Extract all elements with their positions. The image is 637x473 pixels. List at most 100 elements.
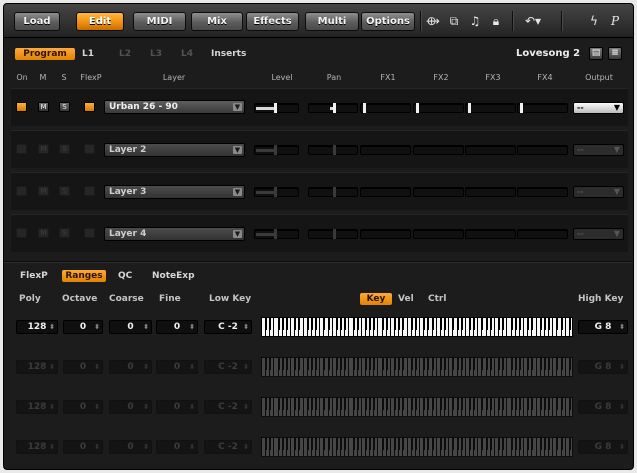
- black-key[interactable]: [502, 398, 505, 410]
- black-key[interactable]: [514, 438, 517, 450]
- black-key[interactable]: [344, 398, 347, 410]
- black-key[interactable]: [485, 438, 488, 450]
- tab-l4[interactable]: L4: [181, 48, 193, 60]
- black-key[interactable]: [285, 398, 288, 410]
- coarse-spinner[interactable]: 0 ⬍: [109, 360, 152, 374]
- black-key[interactable]: [444, 318, 447, 330]
- black-key[interactable]: [452, 358, 455, 370]
- tab-inserts[interactable]: Inserts: [211, 48, 246, 60]
- black-key[interactable]: [423, 358, 426, 370]
- tab-qc[interactable]: QC: [118, 270, 132, 282]
- black-key[interactable]: [398, 438, 401, 450]
- black-key[interactable]: [398, 318, 401, 330]
- black-key[interactable]: [531, 318, 534, 330]
- route-icon[interactable]: ⟴: [425, 14, 441, 28]
- black-key[interactable]: [473, 398, 476, 410]
- lock-icon[interactable]: 🔒︎: [489, 14, 503, 28]
- black-key[interactable]: [277, 358, 280, 370]
- black-key[interactable]: [548, 318, 551, 330]
- layer-solo-button[interactable]: S: [59, 186, 70, 196]
- black-key[interactable]: [498, 358, 501, 370]
- octave-spinner[interactable]: 0 ⬍: [63, 440, 103, 454]
- black-key[interactable]: [531, 398, 534, 410]
- black-key[interactable]: [543, 318, 546, 330]
- black-key[interactable]: [539, 318, 542, 330]
- black-key[interactable]: [469, 398, 471, 410]
- layer-mute-button[interactable]: M: [38, 102, 49, 112]
- black-key[interactable]: [444, 398, 447, 410]
- black-key[interactable]: [568, 438, 571, 450]
- black-key[interactable]: [460, 438, 463, 450]
- black-key[interactable]: [385, 438, 388, 450]
- key-mode-ctrl[interactable]: Ctrl: [428, 293, 446, 305]
- layer-on-toggle[interactable]: [16, 228, 27, 238]
- black-key[interactable]: [335, 438, 338, 450]
- black-key[interactable]: [369, 358, 372, 370]
- black-key[interactable]: [489, 438, 492, 450]
- black-key[interactable]: [510, 398, 513, 410]
- black-key[interactable]: [277, 318, 280, 330]
- black-key[interactable]: [502, 358, 505, 370]
- black-key[interactable]: [323, 438, 326, 450]
- fx3-send-slider[interactable]: [465, 187, 516, 197]
- black-key[interactable]: [294, 398, 297, 410]
- black-key[interactable]: [352, 398, 355, 410]
- pan-slider[interactable]: [308, 187, 358, 197]
- black-key[interactable]: [298, 358, 301, 370]
- low-key-spinner[interactable]: C -2 ⬍: [204, 360, 252, 374]
- tab-l1[interactable]: L1: [82, 48, 94, 60]
- layer-flexp-toggle[interactable]: [84, 144, 95, 154]
- black-key[interactable]: [456, 398, 459, 410]
- black-key[interactable]: [456, 438, 459, 450]
- tab-l3[interactable]: L3: [150, 48, 162, 60]
- black-key[interactable]: [498, 318, 501, 330]
- black-key[interactable]: [269, 438, 272, 450]
- high-key-spinner[interactable]: G 8 ⬍: [578, 440, 628, 454]
- black-key[interactable]: [381, 358, 384, 370]
- layer-on-toggle[interactable]: [16, 144, 27, 154]
- black-key[interactable]: [452, 438, 455, 450]
- tab-ranges[interactable]: Ranges: [62, 270, 106, 282]
- black-key[interactable]: [352, 318, 355, 330]
- tab-program[interactable]: Program: [15, 48, 75, 60]
- layer-solo-button[interactable]: S: [59, 144, 70, 154]
- black-key[interactable]: [373, 358, 376, 370]
- fx4-send-slider[interactable]: [517, 145, 568, 155]
- black-key[interactable]: [431, 398, 434, 410]
- black-key[interactable]: [352, 438, 355, 450]
- fx3-send-slider[interactable]: [465, 103, 516, 113]
- black-key[interactable]: [556, 358, 559, 370]
- black-key[interactable]: [277, 398, 280, 410]
- black-key[interactable]: [294, 358, 297, 370]
- output-select[interactable]: -- ▼: [573, 186, 624, 198]
- black-key[interactable]: [498, 398, 501, 410]
- black-key[interactable]: [265, 398, 268, 410]
- fine-spinner[interactable]: 0 ⬍: [156, 400, 198, 414]
- output-select[interactable]: -- ▼: [573, 102, 624, 114]
- black-key[interactable]: [356, 358, 359, 370]
- black-key[interactable]: [410, 438, 413, 450]
- black-key[interactable]: [410, 358, 413, 370]
- black-key[interactable]: [531, 358, 534, 370]
- black-key[interactable]: [356, 438, 359, 450]
- black-key[interactable]: [460, 358, 463, 370]
- black-key[interactable]: [310, 318, 313, 330]
- layer-on-toggle[interactable]: [16, 186, 27, 196]
- black-key[interactable]: [369, 398, 372, 410]
- black-key[interactable]: [427, 398, 430, 410]
- black-key[interactable]: [310, 398, 313, 410]
- fx1-send-slider[interactable]: [360, 103, 411, 113]
- black-key[interactable]: [281, 398, 284, 410]
- black-key[interactable]: [344, 438, 347, 450]
- black-key[interactable]: [373, 398, 376, 410]
- level-slider[interactable]: [254, 229, 299, 239]
- black-key[interactable]: [560, 318, 563, 330]
- coarse-spinner[interactable]: 0 ⬍: [109, 440, 152, 454]
- black-key[interactable]: [543, 398, 546, 410]
- layer-flexp-toggle[interactable]: [84, 102, 95, 112]
- black-key[interactable]: [452, 398, 455, 410]
- fine-spinner[interactable]: 0 ⬍: [156, 440, 198, 454]
- black-key[interactable]: [285, 358, 288, 370]
- black-key[interactable]: [485, 398, 488, 410]
- black-key[interactable]: [527, 318, 530, 330]
